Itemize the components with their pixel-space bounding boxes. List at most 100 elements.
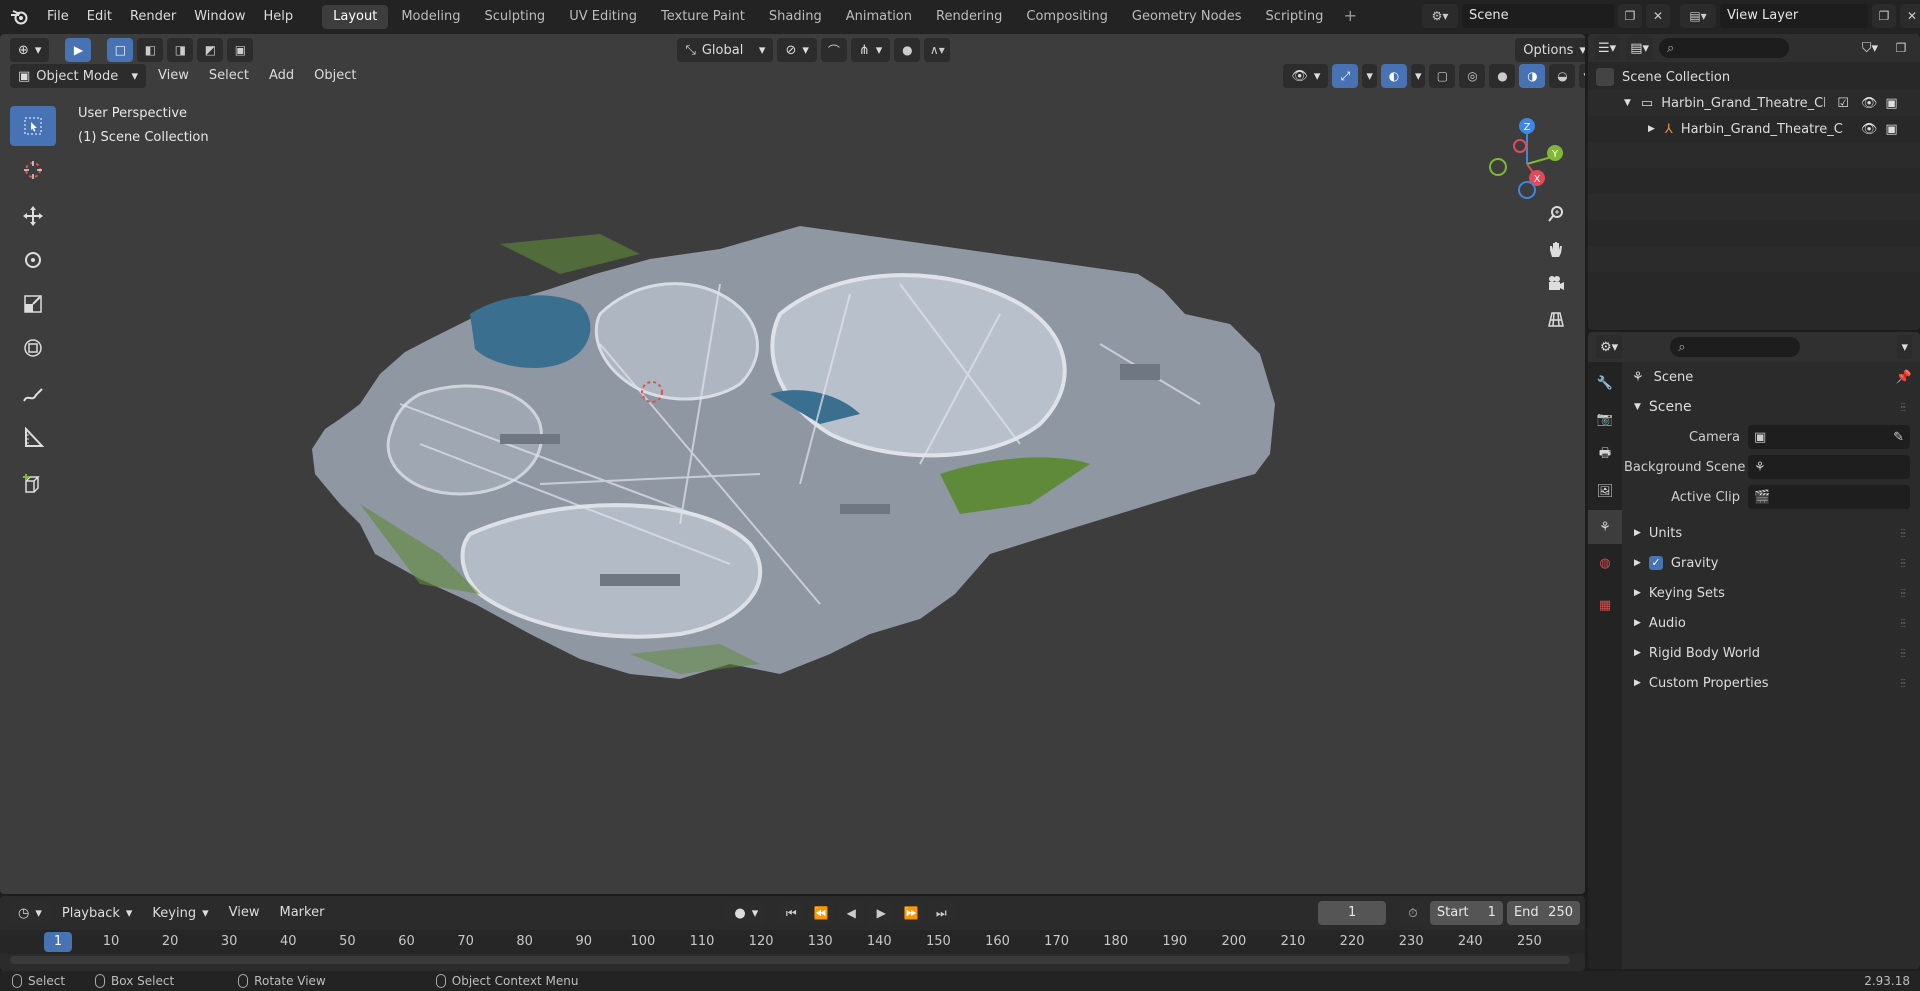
playback-menu[interactable]: Playback ▾ — [54, 901, 141, 925]
tab-layout[interactable]: Layout — [322, 5, 389, 29]
cursor-tool-icon[interactable] — [10, 150, 56, 190]
tab-rendering[interactable]: Rendering — [925, 5, 1013, 29]
timeline-menu-marker[interactable]: Marker — [271, 901, 332, 925]
object-render-camera-icon[interactable]: ▣ — [1885, 122, 1897, 137]
tab-modeling[interactable]: Modeling — [390, 5, 471, 29]
view-layer-browse-icon[interactable]: ▤▾ — [1680, 4, 1716, 28]
outliner-row-scene-collection[interactable]: Scene Collection — [1588, 64, 1920, 90]
outliner-editor-type-dropdown[interactable]: ☰▾ — [1594, 36, 1621, 60]
harbin-theatre-model[interactable] — [300, 224, 1280, 854]
camera-field[interactable]: ▣ ✎ — [1748, 425, 1910, 449]
scene-name-field[interactable]: Scene — [1462, 4, 1614, 28]
pivot-point-dropdown[interactable]: ⊘ ▾ — [777, 38, 817, 62]
scene-browse-icon[interactable]: ⚙▾ — [1422, 4, 1458, 28]
output-properties-tab-icon[interactable]: 🖶 — [1588, 438, 1622, 472]
snap-target-dropdown[interactable]: ⋔ ▾ — [850, 38, 891, 62]
panel-grip-icon[interactable]: :::::: — [1900, 587, 1914, 599]
rotate-tool-icon[interactable] — [10, 240, 56, 280]
jump-keyframe-back-icon[interactable]: ⏪ — [808, 901, 835, 925]
pin-icon[interactable]: 📌 — [1896, 370, 1912, 385]
visibility-eye-icon[interactable]: 👁 — [1861, 96, 1878, 111]
jump-end-icon[interactable]: ⏭ — [928, 901, 955, 925]
mode-dropdown[interactable]: ▣ Object Mode ▾ — [10, 64, 146, 88]
tab-sculpting[interactable]: Sculpting — [473, 5, 556, 29]
transform-orientation-dropdown[interactable]: ⤡ Global ▾ — [677, 38, 774, 62]
overlay-toggle-icon[interactable]: ◐ — [1380, 64, 1407, 88]
tab-texture-paint[interactable]: Texture Paint — [650, 5, 756, 29]
menu-window[interactable]: Window — [185, 0, 254, 34]
camera-view-icon[interactable] — [1540, 268, 1572, 300]
tab-animation[interactable]: Animation — [835, 5, 923, 29]
active-clip-field[interactable]: 🎬 — [1748, 485, 1910, 509]
zoom-icon[interactable] — [1540, 198, 1572, 230]
solid-shading-icon[interactable]: ● — [1489, 64, 1516, 88]
exclude-checkbox[interactable]: ☑ — [1837, 96, 1849, 111]
audio-panel-header[interactable]: ▶ Audio:::::: — [1624, 608, 1920, 638]
editor-type-dropdown[interactable]: ⊕ ▾ — [10, 38, 50, 62]
scene-properties-tab-icon[interactable]: ⚘ — [1588, 510, 1622, 544]
world-properties-tab-icon[interactable]: ◍ — [1588, 546, 1622, 580]
play-reverse-icon[interactable]: ◀ — [838, 901, 865, 925]
select-tool-icon[interactable]: ▶ — [65, 38, 92, 62]
shading-dropdown[interactable]: ▾ — [1579, 64, 1585, 88]
collapse-arrow-icon[interactable]: ▼ — [1624, 98, 1631, 108]
timeline-editor-type-dropdown[interactable]: ◷ ▾ — [10, 901, 50, 925]
menu-file[interactable]: File — [38, 0, 78, 34]
gravity-panel-header[interactable]: ▶ ✓ Gravity:::::: — [1624, 548, 1920, 578]
view-layer-name-field[interactable]: View Layer — [1720, 4, 1868, 28]
material-preview-shading-icon[interactable]: ◑ — [1519, 64, 1546, 88]
timeline-scrollbar[interactable] — [10, 956, 1570, 964]
panel-grip-icon[interactable]: :::::: — [1900, 617, 1914, 629]
scene-panel-header[interactable]: ▼ Scene :::::: — [1624, 392, 1920, 422]
viewport-menu-add[interactable]: Add — [261, 64, 302, 88]
select-invert-mode-icon[interactable]: ◩ — [197, 38, 224, 62]
xray-toggle-icon[interactable]: ▢ — [1429, 64, 1456, 88]
jump-start-icon[interactable]: ⏮ — [778, 901, 805, 925]
viewport-menu-view[interactable]: View — [150, 64, 197, 88]
new-collection-icon[interactable]: ❐ — [1888, 36, 1914, 60]
view-layer-properties-tab-icon[interactable]: 🖼 — [1588, 474, 1622, 508]
select-intersect-mode-icon[interactable]: ▣ — [227, 38, 254, 62]
transform-tool-icon[interactable] — [10, 328, 56, 368]
delete-view-layer-icon[interactable]: ✕ — [1900, 4, 1920, 28]
stopwatch-icon[interactable]: ⏱ — [1399, 901, 1426, 925]
move-tool-icon[interactable] — [10, 196, 56, 236]
falloff-icon[interactable]: ∧▾ — [924, 38, 951, 62]
properties-options-dropdown[interactable]: ▾ — [1897, 335, 1912, 359]
frame-ruler[interactable]: 10 20 30 40 50 60 70 80 90 100 110 120 130 140 150 160 1… — [0, 930, 1585, 954]
new-scene-icon[interactable]: ❐ — [1618, 4, 1642, 28]
tab-geometry-nodes[interactable]: Geometry Nodes — [1121, 5, 1253, 29]
end-frame-field[interactable]: End 250 — [1506, 901, 1580, 925]
properties-search-input[interactable]: ⌕ — [1670, 337, 1801, 357]
viewport-menu-select[interactable]: Select — [201, 64, 257, 88]
render-properties-tab-icon[interactable]: 📷 — [1588, 402, 1622, 436]
blender-logo-icon[interactable] — [0, 0, 38, 34]
scale-tool-icon[interactable] — [10, 284, 56, 324]
wireframe-shading-icon[interactable]: ◎ — [1459, 64, 1486, 88]
texture-properties-tab-icon[interactable]: ▦ — [1588, 588, 1622, 622]
overlay-dropdown[interactable]: ▾ — [1410, 64, 1426, 88]
select-new-mode-icon[interactable]: □ — [107, 38, 134, 62]
filter-dropdown[interactable]: ⛉▾ — [1858, 36, 1882, 60]
jump-keyframe-forward-icon[interactable]: ⏩ — [898, 901, 925, 925]
outliner-search-input[interactable]: ⌕ — [1659, 38, 1789, 58]
play-icon[interactable]: ▶ — [868, 901, 895, 925]
select-extend-mode-icon[interactable]: ◧ — [137, 38, 164, 62]
gizmo-dropdown[interactable]: ▾ — [1362, 64, 1377, 88]
menu-render[interactable]: Render — [121, 0, 185, 34]
viewport-menu-object[interactable]: Object — [306, 64, 364, 88]
snap-toggle-icon[interactable]: ⌒ — [820, 38, 847, 62]
timeline-menu-view[interactable]: View — [221, 901, 268, 925]
start-frame-field[interactable]: Start 1 — [1429, 901, 1503, 925]
select-box-tool-icon[interactable] — [10, 106, 56, 146]
panel-grip-icon[interactable]: :::::: — [1900, 401, 1914, 413]
render-camera-icon[interactable]: ▣ — [1885, 96, 1897, 111]
menu-help[interactable]: Help — [255, 0, 303, 34]
object-visibility-eye-icon[interactable]: 👁 — [1861, 122, 1878, 137]
ortho-grid-icon[interactable] — [1540, 303, 1572, 335]
panel-grip-icon[interactable]: :::::: — [1900, 557, 1914, 569]
3d-viewport[interactable]: ⊕ ▾ ▶ □ ◧ ◨ ◩ ▣ ⤡ Global ▾ ⊘ ▾ ⌒ ⋔ ▾ ● ∧▾ Opt… — [0, 34, 1585, 894]
panel-grip-icon[interactable]: :::::: — [1900, 647, 1914, 659]
panel-grip-icon[interactable]: :::::: — [1900, 677, 1914, 689]
add-cube-tool-icon[interactable] — [10, 464, 56, 504]
